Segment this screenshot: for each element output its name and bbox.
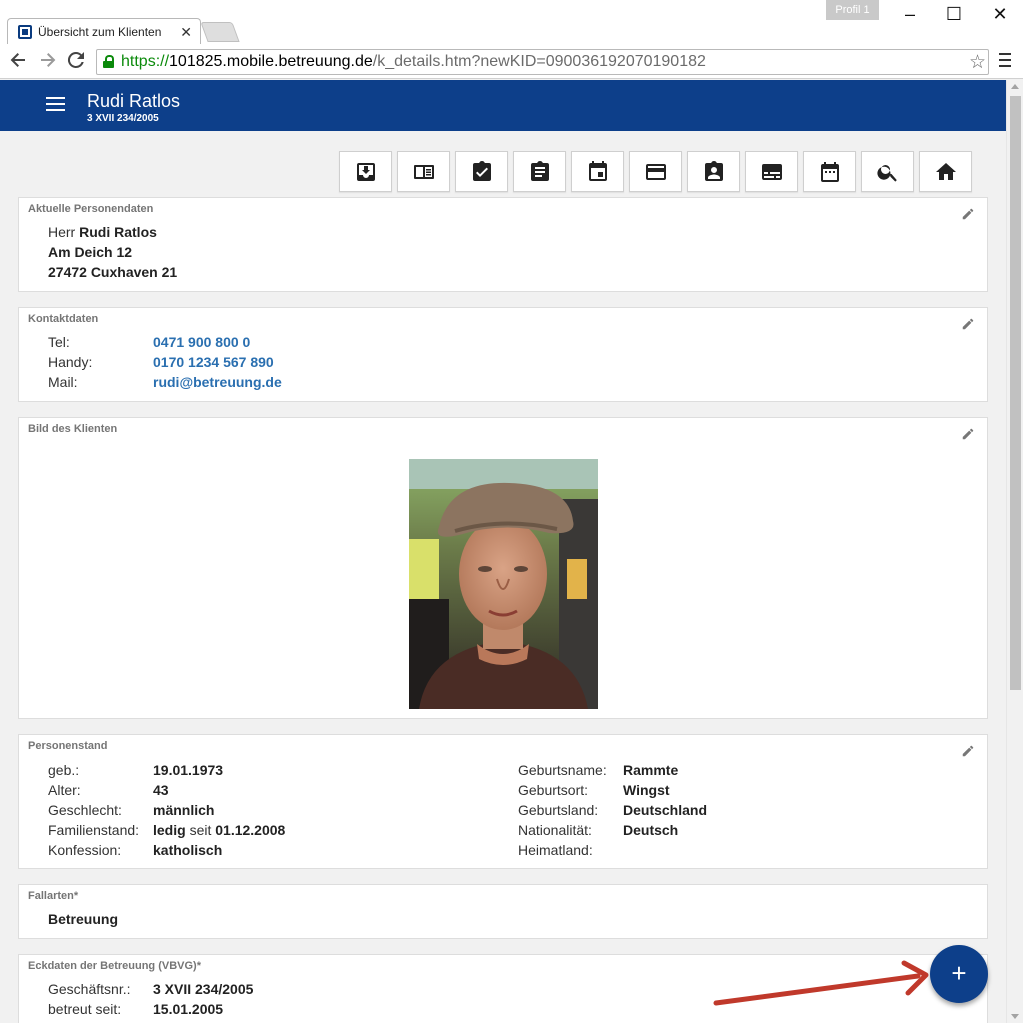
browser-toolbar: https://101825.mobile.betreuung.de/k_det… (0, 44, 1023, 79)
street: Am Deich 12 (48, 244, 133, 260)
search-icon[interactable] (861, 151, 914, 192)
new-tab-button[interactable] (200, 22, 240, 42)
menu-icon[interactable] (998, 51, 1012, 75)
calendar-event-icon[interactable] (571, 151, 624, 192)
edit-pencil-icon[interactable] (961, 317, 975, 336)
card-title: Personenstand (28, 740, 108, 752)
reload-icon[interactable] (64, 50, 88, 74)
edit-pencil-icon[interactable] (961, 744, 975, 763)
birthplace-value: Wingst (623, 782, 670, 798)
client-name: Rudi Ratlos (87, 91, 181, 111)
page-scrollbar[interactable] (1006, 80, 1023, 1023)
birthname-label: Geburtsname: (518, 762, 607, 778)
inbox-download-icon[interactable] (339, 151, 392, 192)
card-title: Bild des Klienten (28, 423, 118, 435)
back-icon[interactable] (6, 50, 30, 74)
subtitles-icon[interactable] (745, 151, 798, 192)
case-number-value: 3 XVII 234/2005 (153, 981, 254, 997)
card-title: Eckdaten der Betreuung (VBVG)* (28, 960, 201, 972)
profile-badge[interactable]: Profil 1 (826, 0, 879, 20)
birthcountry-value: Deutschland (623, 802, 708, 818)
marital-label: Familienstand: (48, 822, 140, 838)
mobile-label: Handy: (48, 354, 93, 370)
client-photo (409, 459, 598, 709)
birthname-value: Rammte (623, 762, 679, 778)
care-data-card: Eckdaten der Betreuung (VBVG)* Geschäfts… (18, 954, 988, 1023)
url-host: 101825.mobile.betreuung.de (169, 53, 373, 70)
mail-label: Mail: (48, 374, 78, 390)
add-fab-button[interactable]: + (930, 945, 988, 1003)
home-icon[interactable] (919, 151, 972, 192)
nationality-label: Nationalität: (518, 822, 592, 838)
card-title: Aktuelle Personendaten (28, 203, 154, 215)
born-label: geb.: (48, 762, 80, 778)
case-types-card: Fallarten* Betreuung (18, 884, 988, 939)
book-icon[interactable] (397, 151, 450, 192)
nationality-value: Deutsch (623, 822, 679, 838)
marital-value: ledig (153, 822, 186, 838)
card-title: Kontaktdaten (28, 313, 99, 325)
case-number-label: Geschäftsnr.: (48, 981, 131, 997)
app-bar: Rudi Ratlos 3 XVII 234/2005 (0, 80, 1006, 131)
tab-title: Übersicht zum Klienten (38, 25, 162, 39)
window-minimize-button[interactable]: – (890, 2, 930, 26)
age-value: 43 (153, 782, 169, 798)
edit-pencil-icon[interactable] (961, 207, 975, 226)
client-case-number: 3 XVII 234/2005 (87, 113, 159, 124)
window-maximize-button[interactable]: ☐ (934, 2, 974, 26)
clipboard-icon[interactable] (513, 151, 566, 192)
forward-icon[interactable] (36, 50, 60, 74)
marital-since-word: seit (189, 822, 212, 838)
scroll-up-icon[interactable] (1011, 84, 1019, 89)
card-title: Fallarten* (28, 890, 79, 902)
civil-status-card: Personenstand geb.: 19.01.1973 Alter: 43… (18, 734, 988, 869)
homeland-label: Heimatland: (518, 842, 593, 858)
tab-favicon-icon (18, 25, 32, 39)
gender-value: männlich (153, 802, 215, 818)
city: 27472 Cuxhaven 21 (48, 264, 178, 280)
tab-close-icon[interactable]: ✕ (180, 19, 192, 45)
birthcountry-label: Geburtsland: (518, 802, 599, 818)
marital-value-row: ledig seit 01.12.2008 (153, 820, 285, 840)
client-photo-card: Bild des Klienten (18, 417, 988, 719)
checkbox-icon[interactable] (455, 151, 508, 192)
care-since-label: betreut seit: (48, 1001, 122, 1017)
window-close-button[interactable]: ✕ (980, 2, 1020, 26)
hamburger-menu-icon[interactable] (46, 97, 65, 111)
browser-titlebar: Übersicht zum Klienten ✕ Profil 1 – ☐ ✕ (0, 0, 1023, 45)
salutation: Herr (48, 224, 76, 240)
scroll-down-icon[interactable] (1011, 1014, 1019, 1019)
url-path: /k_details.htm?newKID=090036192070190182 (372, 53, 706, 70)
marital-since-value: 01.12.2008 (215, 822, 286, 838)
born-value: 19.01.1973 (153, 762, 224, 778)
tel-link[interactable]: 0471 900 800 0 (153, 332, 250, 352)
religion-value: katholisch (153, 842, 223, 858)
star-icon[interactable]: ☆ (969, 51, 986, 74)
person-name: Rudi Ratlos (79, 224, 157, 240)
personal-data-card: Aktuelle Personendaten Herr Rudi Ratlos … (18, 197, 988, 292)
url-scheme: https:// (121, 53, 170, 70)
gender-label: Geschlecht: (48, 802, 122, 818)
lock-icon (103, 55, 114, 68)
mail-link[interactable]: rudi@betreuung.de (153, 372, 282, 392)
calendar-icon[interactable] (803, 151, 856, 192)
edit-pencil-icon[interactable] (961, 427, 975, 446)
contact-badge-icon[interactable] (687, 151, 740, 192)
age-label: Alter: (48, 782, 81, 798)
case-type-value: Betreuung (48, 911, 118, 927)
contact-card: Kontaktdaten Tel: 0471 900 800 0 Handy: … (18, 307, 988, 402)
mobile-link[interactable]: 0170 1234 567 890 (153, 352, 274, 372)
birthplace-label: Geburtsort: (518, 782, 589, 798)
address-bar[interactable]: https://101825.mobile.betreuung.de/k_det… (96, 49, 989, 75)
page-content: Rudi Ratlos 3 XVII 234/2005 Aktuelle Per… (0, 80, 1006, 1023)
tel-label: Tel: (48, 334, 70, 350)
browser-tab[interactable]: Übersicht zum Klienten ✕ (7, 18, 201, 45)
credit-card-icon[interactable] (629, 151, 682, 192)
scrollbar-thumb[interactable] (1010, 96, 1021, 690)
religion-label: Konfession: (48, 842, 122, 858)
care-since-value: 15.01.2005 (153, 1001, 224, 1017)
personal-name-row: Herr Rudi Ratlos (48, 222, 157, 242)
